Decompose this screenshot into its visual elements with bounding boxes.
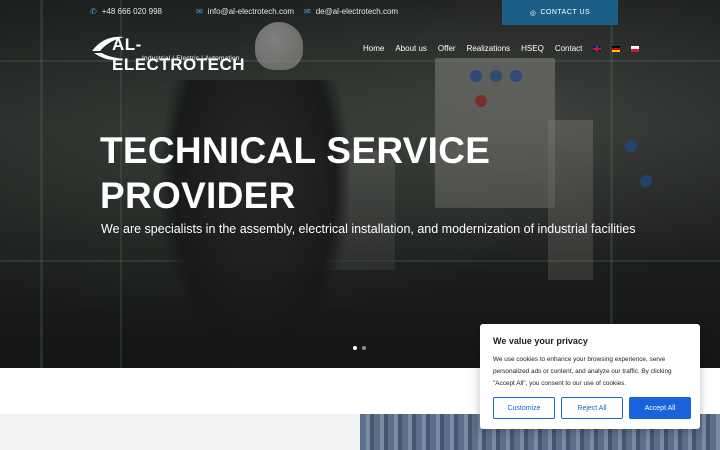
pl-flag-icon[interactable] xyxy=(631,45,640,52)
nav-item-hseq[interactable]: HSEQ xyxy=(521,44,544,53)
email-info-contact[interactable]: ✉ info@al-electrotech.com xyxy=(196,7,294,16)
top-bar: ✆ +48 666 020 998 ✉ info@al-electrotech.… xyxy=(0,0,720,25)
reject-all-button[interactable]: Reject All xyxy=(561,397,623,419)
hero-subtitle: We are specialists in the assembly, elec… xyxy=(101,222,636,236)
contact-us-button[interactable]: ◎ CONTACT US xyxy=(502,0,618,25)
logo-tagline: Industrial | Electric | Automation xyxy=(142,55,240,62)
nav-item-about[interactable]: About us xyxy=(395,44,427,53)
accept-all-button[interactable]: Accept All xyxy=(629,397,691,419)
envelope-icon: ✉ xyxy=(196,7,203,16)
de-flag-icon[interactable] xyxy=(612,45,621,52)
slider-dot[interactable] xyxy=(353,346,357,350)
phone-contact[interactable]: ✆ +48 666 020 998 xyxy=(90,7,162,16)
phone-number: +48 666 020 998 xyxy=(101,7,162,16)
nav-item-realizations[interactable]: Realizations xyxy=(467,44,511,53)
slider-dot[interactable] xyxy=(362,346,366,350)
cookie-title: We value your privacy xyxy=(493,336,588,346)
hero-title-line1: TECHNICAL SERVICE xyxy=(100,130,491,171)
main-nav: Home About us Offer Realizations HSEQ Co… xyxy=(363,44,640,53)
nav-item-home[interactable]: Home xyxy=(363,44,384,53)
site-logo[interactable]: AL-ELECTROTECH Industrial | Electric | A… xyxy=(90,35,260,74)
en-flag-icon[interactable] xyxy=(593,45,602,52)
nav-item-contact[interactable]: Contact xyxy=(555,44,583,53)
hero-title-line2: PROVIDER xyxy=(100,175,296,216)
email-info: info@al-electrotech.com xyxy=(207,7,295,16)
email-de: de@al-electrotech.com xyxy=(315,7,399,16)
cookie-consent-banner: We value your privacy We use cookies to … xyxy=(480,324,700,429)
contact-us-label: CONTACT US xyxy=(540,9,591,16)
cookie-text: We use cookies to enhance your browsing … xyxy=(493,356,672,387)
location-icon: ◎ xyxy=(529,9,537,17)
customize-button[interactable]: Customize xyxy=(493,397,555,419)
slider-dots xyxy=(353,346,366,350)
phone-icon: ✆ xyxy=(90,7,97,16)
nav-item-offer[interactable]: Offer xyxy=(438,44,456,53)
email-de-contact[interactable]: ✉ de@al-electrotech.com xyxy=(304,7,398,16)
envelope-icon: ✉ xyxy=(304,7,311,16)
hero-title: TECHNICAL SERVICE PROVIDER xyxy=(100,128,490,218)
content-section-left xyxy=(0,414,360,450)
